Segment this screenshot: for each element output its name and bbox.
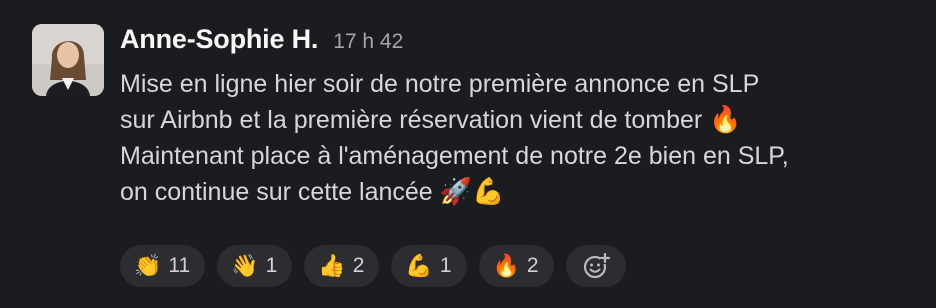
add-reaction-button[interactable] (565, 245, 626, 287)
message-line: Maintenant place à l'aménagement de notr… (120, 142, 789, 170)
reaction-count: 2 (352, 254, 365, 277)
reaction-count: 2 (526, 254, 539, 277)
waving-hand-icon: 👋 (231, 253, 259, 279)
reaction-wave[interactable]: 👋 1 (217, 245, 293, 287)
avatar[interactable] (32, 24, 104, 96)
add-emoji-icon (583, 252, 611, 279)
message: Anne-Sophie H. 17 h 42 Mise en ligne hie… (0, 0, 936, 308)
reaction-fire[interactable]: 🔥 2 (478, 245, 554, 287)
reaction-count: 1 (439, 254, 452, 277)
timestamp[interactable]: 17 h 42 (333, 30, 403, 54)
fire-icon: 🔥 (492, 253, 520, 279)
message-line: Mise en ligne hier soir de notre premièr… (120, 70, 760, 98)
reactions-bar: 👏 11 👋 1 👍 2 💪 1 🔥 2 (120, 245, 626, 287)
reaction-count: 1 (265, 254, 278, 277)
flexed-biceps-icon: 💪 (472, 177, 505, 207)
message-line: on continue sur cette lancée 🚀💪 (120, 177, 505, 207)
clapping-hands-icon: 👏 (134, 253, 162, 279)
reaction-count: 11 (168, 254, 191, 277)
message-body: Mise en ligne hier soir de notre premièr… (120, 66, 920, 210)
message-line: sur Airbnb et la première réservation vi… (120, 105, 742, 135)
author-name[interactable]: Anne-Sophie H. (120, 24, 318, 55)
reaction-clap[interactable]: 👏 11 (120, 245, 206, 287)
message-header: Anne-Sophie H. 17 h 42 (120, 24, 403, 60)
reaction-thumbs-up[interactable]: 👍 2 (304, 245, 380, 287)
flexed-biceps-icon: 💪 (405, 253, 433, 279)
thumbs-up-icon: 👍 (318, 253, 346, 279)
reaction-muscle[interactable]: 💪 1 (391, 245, 467, 287)
rocket-icon: 🚀 (439, 177, 473, 207)
fire-icon: 🔥 (709, 105, 742, 135)
